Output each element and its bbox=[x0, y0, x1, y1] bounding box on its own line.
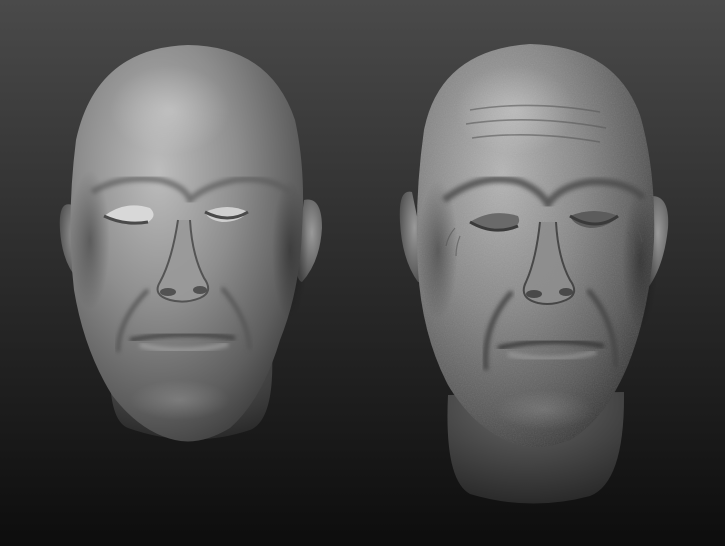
chin bbox=[130, 380, 230, 420]
nostril-right bbox=[559, 288, 573, 296]
nostril-right bbox=[193, 286, 207, 294]
temple-shadow bbox=[70, 170, 110, 310]
nostril-left bbox=[526, 290, 542, 298]
sculpt-viewport bbox=[0, 0, 725, 546]
temple-shadow-right bbox=[622, 190, 658, 330]
nostril-left bbox=[160, 288, 176, 296]
forehead-highlight bbox=[110, 65, 230, 155]
temple-shadow-right bbox=[272, 180, 308, 320]
viewport-canvas bbox=[0, 0, 725, 546]
temple-shadow bbox=[418, 180, 458, 320]
chin bbox=[495, 390, 595, 430]
